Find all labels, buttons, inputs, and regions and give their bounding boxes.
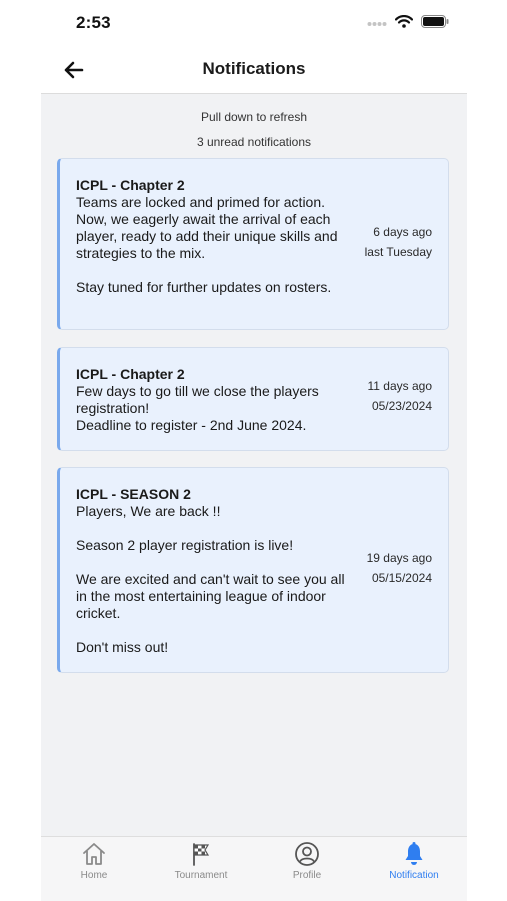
refresh-hint: Pull down to refresh (200, 110, 308, 124)
notification-content: ICPL - Chapter 2 Teams are locked and pr… (76, 177, 356, 296)
notification-meta: 11 days ago 05/23/2024 (342, 376, 433, 416)
notification-meta: 6 days ago last Tuesday (342, 222, 432, 262)
status-bar: 2:53 (0, 0, 507, 46)
notification-meta: 19 days ago 05/15/2024 (342, 548, 432, 588)
notification-title: ICPL - SEASON 2 (76, 486, 191, 502)
tab-tournament[interactable]: Tournament (148, 837, 254, 901)
tab-label: Tournament (174, 870, 228, 881)
notification-date: 05/15/2024 (371, 571, 432, 585)
app-frame: Notifications Pull down to refresh 3 unr… (41, 46, 467, 901)
page-title: Notifications (202, 59, 306, 78)
notification-content: ICPL - Chapter 2 Few days to go till we … (76, 366, 356, 434)
tab-profile[interactable]: Profile (254, 837, 360, 901)
notification-card[interactable]: ICPL - SEASON 2 Players, We are back !! … (57, 467, 449, 673)
tab-home[interactable]: Home (41, 837, 147, 901)
status-icons (367, 15, 449, 28)
home-icon (83, 843, 105, 865)
notification-body: Teams are locked and primed for action. … (76, 194, 338, 295)
tab-label: Profile (292, 870, 322, 881)
tab-bar: Home Tournament Profile Notification (41, 836, 467, 901)
notification-relative-time: 6 days ago (373, 225, 432, 239)
header: Notifications (41, 46, 467, 94)
notification-date: last Tuesday (364, 245, 432, 259)
notification-relative-time: 19 days ago (366, 551, 432, 565)
tab-label: Notification (389, 870, 439, 881)
bell-icon (405, 842, 423, 865)
wifi-icon (395, 15, 413, 28)
notification-relative-time: 11 days ago (367, 379, 433, 393)
notification-content: ICPL - SEASON 2 Players, We are back !! … (76, 486, 356, 656)
notification-date: 05/23/2024 (371, 399, 432, 413)
notification-body: Players, We are back !! Season 2 player … (76, 503, 345, 655)
battery-icon (421, 15, 449, 28)
tab-notification[interactable]: Notification (361, 837, 467, 901)
notification-title: ICPL - Chapter 2 (76, 366, 185, 382)
checkered-flag-icon (193, 843, 210, 866)
user-circle-icon (295, 842, 319, 866)
notification-title: ICPL - Chapter 2 (76, 177, 185, 193)
notification-card[interactable]: ICPL - Chapter 2 Few days to go till we … (57, 347, 449, 451)
status-time: 2:53 (76, 13, 111, 32)
unread-count: 3 unread notifications (196, 135, 312, 149)
notification-body: Few days to go till we close the players… (76, 383, 319, 433)
notification-card[interactable]: ICPL - Chapter 2 Teams are locked and pr… (57, 158, 449, 330)
tab-label: Home (80, 870, 108, 881)
cellular-signal-icon (367, 21, 387, 26)
